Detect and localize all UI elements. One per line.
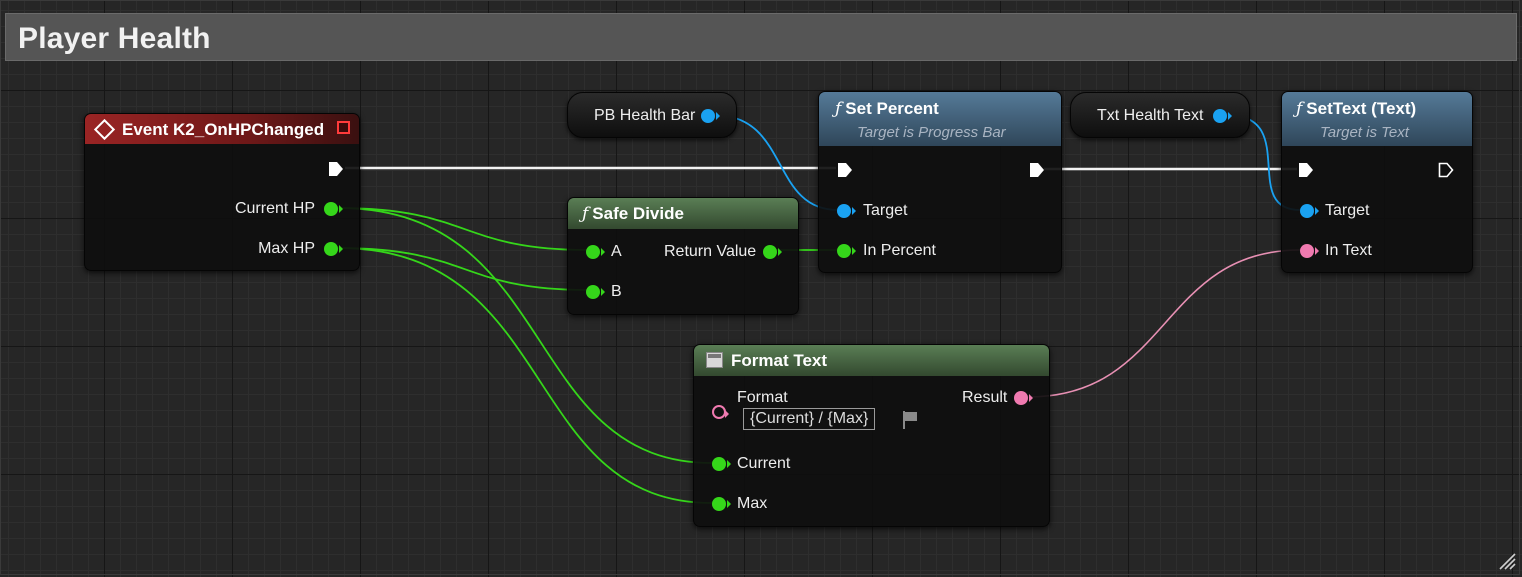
function-f-icon: ƒ: [835, 99, 842, 119]
localization-flag-icon[interactable]: [902, 411, 918, 429]
in-text-pin[interactable]: [1300, 244, 1319, 258]
pin-label-format: Format: [737, 389, 788, 406]
max-pin[interactable]: [712, 497, 731, 511]
pin-label-current-hp: Current HP: [234, 200, 315, 217]
a-pin[interactable]: [586, 245, 605, 259]
resize-grip-icon[interactable]: [1498, 552, 1516, 570]
set-percent-subtitle: Target is Progress Bar: [857, 124, 1006, 141]
result-pin[interactable]: [1014, 391, 1033, 405]
set-text-node[interactable]: ƒ SetText (Text) Target is Text Target In…: [1281, 91, 1473, 273]
pin-label-in-percent: In Percent: [863, 242, 936, 259]
pin-label-current: Current: [737, 455, 791, 472]
target-pin[interactable]: [1300, 204, 1319, 218]
pb-health-bar-pin[interactable]: [701, 109, 720, 123]
set-text-header[interactable]: ƒ SetText (Text) Target is Text: [1282, 92, 1472, 146]
set-percent-header[interactable]: ƒ Set Percent Target is Progress Bar: [819, 92, 1061, 146]
text-wire: [1027, 249, 1301, 398]
pin-label-b: B: [611, 283, 622, 300]
pin-label-target: Target: [1325, 202, 1370, 219]
set-text-title: ƒ SetText (Text): [1296, 99, 1417, 119]
event-node-header[interactable]: Event K2_OnHPChanged: [85, 114, 359, 144]
return-value-pin[interactable]: [763, 245, 782, 259]
exec-in-pin[interactable]: [837, 162, 853, 178]
pin-label-max-hp: Max HP: [258, 240, 315, 257]
float-wire: [337, 247, 588, 291]
set-percent-title: ƒ Set Percent: [835, 99, 939, 119]
target-pin[interactable]: [837, 204, 856, 218]
delegate-pin-icon[interactable]: [337, 121, 350, 134]
exec-out-pin[interactable]: [1029, 162, 1045, 178]
current-pin[interactable]: [712, 457, 731, 471]
safe-divide-header[interactable]: ƒ Safe Divide: [568, 198, 798, 229]
txt-health-text-pin[interactable]: [1213, 109, 1232, 123]
set-text-subtitle: Target is Text: [1320, 124, 1409, 141]
set-percent-node[interactable]: ƒ Set Percent Target is Progress Bar Targ…: [818, 91, 1062, 273]
format-text-icon: [706, 352, 723, 368]
max-hp-pin[interactable]: [324, 242, 343, 256]
safe-divide-title: ƒ Safe Divide: [582, 204, 684, 224]
b-pin[interactable]: [586, 285, 605, 299]
pin-label-result: Result: [962, 389, 1008, 406]
pin-label-a: A: [611, 243, 622, 260]
pin-label-return-value: Return Value: [664, 243, 757, 260]
current-hp-pin[interactable]: [324, 202, 343, 216]
txt-health-text-node[interactable]: Txt Health Text: [1070, 92, 1250, 138]
function-f-icon: ƒ: [1296, 99, 1303, 119]
pb-health-bar-label: PB Health Bar: [594, 107, 696, 124]
function-f-icon: ƒ: [582, 204, 589, 224]
exec-out-pin[interactable]: [328, 161, 344, 177]
format-input[interactable]: {Current} / {Max}: [743, 408, 876, 430]
event-node[interactable]: Event K2_OnHPChanged Current HP Max HP: [84, 113, 360, 271]
exec-in-pin[interactable]: [1298, 162, 1314, 178]
txt-health-text-label: Txt Health Text: [1097, 107, 1204, 124]
in-percent-pin[interactable]: [837, 244, 856, 258]
event-diamond-icon: [93, 118, 116, 141]
pin-label-target: Target: [863, 202, 908, 219]
pb-health-bar-node[interactable]: PB Health Bar: [567, 92, 737, 138]
float-wire: [337, 207, 588, 251]
safe-divide-node[interactable]: ƒ Safe Divide A Return Value B: [567, 197, 799, 315]
format-text-title: Format Text: [731, 351, 828, 370]
event-node-title: Event K2_OnHPChanged: [122, 120, 325, 139]
pin-label-max: Max: [737, 495, 768, 512]
format-text-header[interactable]: Format Text: [694, 345, 1049, 376]
format-pin[interactable]: [712, 405, 729, 419]
pin-label-in-text: In Text: [1325, 242, 1372, 259]
exec-out-pin[interactable]: [1438, 162, 1454, 178]
format-text-node[interactable]: Format Text Format {Current} / {Max} Res…: [693, 344, 1050, 527]
